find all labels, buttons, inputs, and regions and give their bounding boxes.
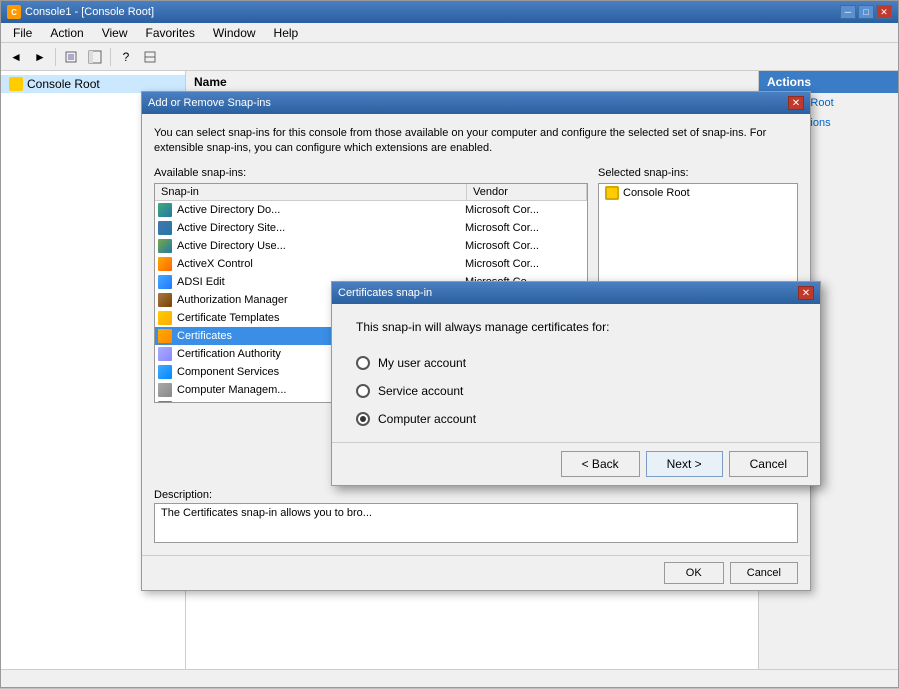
- available-label: Available snap-ins:: [154, 167, 588, 179]
- snapin-name: Active Directory Site...: [177, 220, 465, 236]
- radio-option-service[interactable]: Service account: [356, 384, 796, 398]
- snapin-vendor: Microsoft Cor...: [465, 238, 585, 254]
- snapins-title-bar: Add or Remove Snap-ins ✕: [142, 92, 810, 114]
- snapin-icon: [157, 364, 173, 380]
- snapin-icon: [157, 382, 173, 398]
- radio-question: This snap-in will always manage certific…: [356, 320, 796, 334]
- certsnapin-dialog: Certificates snap-in ✕ This snap-in will…: [331, 281, 821, 486]
- snapin-icon: [157, 238, 173, 254]
- radio-label-service: Service account: [378, 384, 463, 398]
- snapin-name: Active Directory Do...: [177, 202, 465, 218]
- col-header-snapin: Snap-in: [155, 184, 467, 200]
- list-item[interactable]: Active Directory Site... Microsoft Cor..…: [155, 219, 587, 237]
- list-item[interactable]: Active Directory Do... Microsoft Cor...: [155, 201, 587, 219]
- description-box: Description: The Certificates snap-in al…: [154, 489, 798, 543]
- snapin-icon: [157, 310, 173, 326]
- snapins-close-button[interactable]: ✕: [788, 96, 804, 110]
- snapin-icon: [157, 274, 173, 290]
- description-text: The Certificates snap-in allows you to b…: [154, 503, 798, 543]
- radio-option-my-user[interactable]: My user account: [356, 356, 796, 370]
- snapin-icon: [157, 256, 173, 272]
- ok-button[interactable]: OK: [664, 562, 724, 584]
- radio-label-computer: Computer account: [378, 412, 476, 426]
- cancel-button[interactable]: Cancel: [730, 562, 798, 584]
- certsnapin-close-button[interactable]: ✕: [798, 286, 814, 300]
- snapin-icon: [157, 202, 173, 218]
- snapin-icon: [157, 346, 173, 362]
- selected-item-icon: [605, 186, 619, 200]
- radio-circle-my-user[interactable]: [356, 356, 370, 370]
- certsnapin-title-text: Certificates snap-in: [338, 287, 798, 299]
- col-header-vendor: Vendor: [467, 184, 587, 200]
- certsnapin-title-bar: Certificates snap-in ✕: [332, 282, 820, 304]
- radio-group: This snap-in will always manage certific…: [332, 304, 820, 442]
- radio-circle-service[interactable]: [356, 384, 370, 398]
- snapins-title-text: Add or Remove Snap-ins: [148, 97, 788, 109]
- snapin-name: ActiveX Control: [177, 256, 465, 272]
- radio-option-computer[interactable]: Computer account: [356, 412, 796, 426]
- radio-circle-computer[interactable]: [356, 412, 370, 426]
- available-list-header: Snap-in Vendor: [155, 184, 587, 201]
- dialog-overlay: Add or Remove Snap-ins ✕ You can select …: [1, 1, 899, 689]
- certsnapin-footer: < Back Next > Cancel: [332, 442, 820, 485]
- snapins-description: You can select snap-ins for this console…: [154, 126, 798, 157]
- snapin-vendor: Microsoft Cor...: [465, 256, 585, 272]
- list-item[interactable]: Active Directory Use... Microsoft Cor...: [155, 237, 587, 255]
- snapin-icon: [157, 292, 173, 308]
- selected-item[interactable]: Console Root: [599, 184, 797, 202]
- mmc-window: C Console1 - [Console Root] ─ □ ✕ File A…: [0, 0, 899, 688]
- next-button[interactable]: Next >: [646, 451, 723, 477]
- back-button[interactable]: < Back: [561, 451, 640, 477]
- selected-label: Selected snap-ins:: [598, 167, 798, 179]
- snapins-footer: OK Cancel: [142, 555, 810, 590]
- snapin-icon: [157, 220, 173, 236]
- snapin-name: Active Directory Use...: [177, 238, 465, 254]
- cancel-button[interactable]: Cancel: [729, 451, 808, 477]
- selected-item-name: Console Root: [623, 187, 690, 199]
- snapin-vendor: Microsoft Cor...: [465, 202, 585, 218]
- list-item[interactable]: ActiveX Control Microsoft Cor...: [155, 255, 587, 273]
- snapin-vendor: Microsoft Cor...: [465, 220, 585, 236]
- radio-label-my-user: My user account: [378, 356, 466, 370]
- snapin-icon: [157, 328, 173, 344]
- description-label: Description:: [154, 489, 798, 501]
- snapin-icon: [157, 400, 173, 403]
